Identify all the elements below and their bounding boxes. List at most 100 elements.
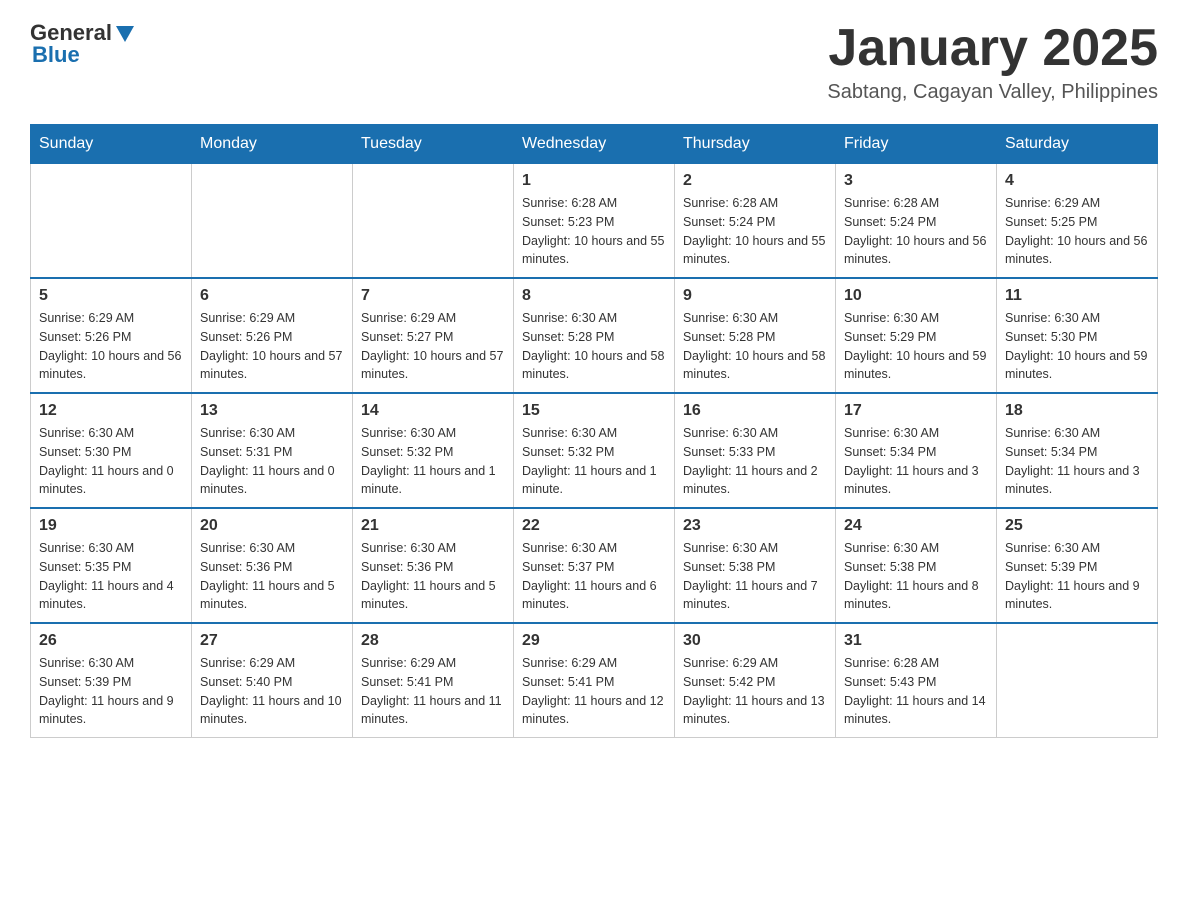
day-info: Sunrise: 6:29 AM Sunset: 5:41 PM Dayligh… (361, 654, 505, 729)
calendar-day-cell: 28 Sunrise: 6:29 AM Sunset: 5:41 PM Dayli… (353, 623, 514, 738)
calendar-day-cell: 16 Sunrise: 6:30 AM Sunset: 5:33 PM Dayli… (675, 393, 836, 508)
day-number: 22 (522, 517, 666, 535)
calendar-day-cell: 18 Sunrise: 6:30 AM Sunset: 5:34 PM Dayli… (997, 393, 1158, 508)
calendar-day-cell: 27Sunrise: 6:29 AM Sunset: 5:40 PM Dayli… (192, 623, 353, 738)
day-number: 12 (39, 402, 183, 420)
calendar-day-cell: 29Sunrise: 6:29 AM Sunset: 5:41 PM Dayli… (514, 623, 675, 738)
day-number: 17 (844, 402, 988, 420)
day-number: 20 (200, 517, 344, 535)
day-number: 16 (683, 402, 827, 420)
calendar-day-cell: 14 Sunrise: 6:30 AM Sunset: 5:32 PM Dayli… (353, 393, 514, 508)
calendar-day-cell: 8 Sunrise: 6:30 AM Sunset: 5:28 PM Daylig… (514, 278, 675, 393)
page-title: January 2025 (827, 20, 1158, 77)
day-number: 26 (39, 632, 183, 650)
day-info: Sunrise: 6:30 AM Sunset: 5:32 PM Dayligh… (361, 424, 505, 499)
day-number: 13 (200, 402, 344, 420)
logo: General Blue (30, 20, 136, 68)
title-area: January 2025 Sabtang, Cagayan Valley, Ph… (827, 20, 1158, 104)
calendar-day-cell: 10Sunrise: 6:30 AM Sunset: 5:29 PM Dayli… (836, 278, 997, 393)
calendar-day-cell (31, 164, 192, 279)
day-number: 10 (844, 287, 988, 305)
calendar-day-cell: 17 Sunrise: 6:30 AM Sunset: 5:34 PM Dayli… (836, 393, 997, 508)
day-info: Sunrise: 6:29 AM Sunset: 5:41 PM Dayligh… (522, 654, 666, 729)
calendar-day-cell: 19 Sunrise: 6:30 AM Sunset: 5:35 PM Dayli… (31, 508, 192, 623)
day-number: 2 (683, 172, 827, 190)
day-number: 3 (844, 172, 988, 190)
day-info: Sunrise: 6:30 AM Sunset: 5:30 PM Dayligh… (1005, 309, 1149, 384)
day-info: Sunrise: 6:30 AM Sunset: 5:38 PM Dayligh… (683, 539, 827, 614)
page-header: General Blue January 2025 Sabtang, Cagay… (30, 20, 1158, 104)
calendar-day-cell (192, 164, 353, 279)
calendar-day-cell: 9Sunrise: 6:30 AM Sunset: 5:28 PM Daylig… (675, 278, 836, 393)
calendar-day-cell: 11Sunrise: 6:30 AM Sunset: 5:30 PM Dayli… (997, 278, 1158, 393)
day-info: Sunrise: 6:30 AM Sunset: 5:28 PM Dayligh… (522, 309, 666, 384)
day-info: Sunrise: 6:30 AM Sunset: 5:39 PM Dayligh… (39, 654, 183, 729)
day-info: Sunrise: 6:30 AM Sunset: 5:34 PM Dayligh… (1005, 424, 1149, 499)
day-of-week-header: Saturday (997, 125, 1158, 164)
calendar-day-cell: 24 Sunrise: 6:30 AM Sunset: 5:38 PM Dayli… (836, 508, 997, 623)
day-number: 19 (39, 517, 183, 535)
day-info: Sunrise: 6:30 AM Sunset: 5:38 PM Dayligh… (844, 539, 988, 614)
calendar-day-cell: 13 Sunrise: 6:30 AM Sunset: 5:31 PM Dayli… (192, 393, 353, 508)
day-number: 21 (361, 517, 505, 535)
calendar-table: SundayMondayTuesdayWednesdayThursdayFrid… (30, 124, 1158, 738)
day-number: 24 (844, 517, 988, 535)
calendar-week-row: 19 Sunrise: 6:30 AM Sunset: 5:35 PM Dayli… (31, 508, 1158, 623)
calendar-day-cell: 7 Sunrise: 6:29 AM Sunset: 5:27 PM Daylig… (353, 278, 514, 393)
calendar-day-cell: 2 Sunrise: 6:28 AM Sunset: 5:24 PM Daylig… (675, 164, 836, 279)
day-number: 14 (361, 402, 505, 420)
logo-blue-text: Blue (32, 42, 80, 68)
day-info: Sunrise: 6:30 AM Sunset: 5:33 PM Dayligh… (683, 424, 827, 499)
calendar-week-row: 12Sunrise: 6:30 AM Sunset: 5:30 PM Dayli… (31, 393, 1158, 508)
day-of-week-header: Thursday (675, 125, 836, 164)
day-info: Sunrise: 6:30 AM Sunset: 5:37 PM Dayligh… (522, 539, 666, 614)
calendar-day-cell: 4 Sunrise: 6:29 AM Sunset: 5:25 PM Daylig… (997, 164, 1158, 279)
day-number: 28 (361, 632, 505, 650)
day-number: 8 (522, 287, 666, 305)
calendar-week-row: 5 Sunrise: 6:29 AM Sunset: 5:26 PM Daylig… (31, 278, 1158, 393)
day-number: 4 (1005, 172, 1149, 190)
day-info: Sunrise: 6:30 AM Sunset: 5:34 PM Dayligh… (844, 424, 988, 499)
day-number: 6 (200, 287, 344, 305)
calendar-day-cell: 25Sunrise: 6:30 AM Sunset: 5:39 PM Dayli… (997, 508, 1158, 623)
day-info: Sunrise: 6:29 AM Sunset: 5:26 PM Dayligh… (39, 309, 183, 384)
day-info: Sunrise: 6:28 AM Sunset: 5:23 PM Dayligh… (522, 194, 666, 269)
day-info: Sunrise: 6:30 AM Sunset: 5:28 PM Dayligh… (683, 309, 827, 384)
day-number: 25 (1005, 517, 1149, 535)
day-number: 30 (683, 632, 827, 650)
day-info: Sunrise: 6:28 AM Sunset: 5:43 PM Dayligh… (844, 654, 988, 729)
calendar-week-row: 26 Sunrise: 6:30 AM Sunset: 5:39 PM Dayli… (31, 623, 1158, 738)
day-info: Sunrise: 6:28 AM Sunset: 5:24 PM Dayligh… (683, 194, 827, 269)
calendar-day-cell: 15 Sunrise: 6:30 AM Sunset: 5:32 PM Dayli… (514, 393, 675, 508)
day-info: Sunrise: 6:30 AM Sunset: 5:31 PM Dayligh… (200, 424, 344, 499)
day-number: 23 (683, 517, 827, 535)
logo-triangle-icon (114, 24, 136, 44)
calendar-day-cell (997, 623, 1158, 738)
calendar-day-cell: 26 Sunrise: 6:30 AM Sunset: 5:39 PM Dayli… (31, 623, 192, 738)
day-number: 15 (522, 402, 666, 420)
calendar-day-cell: 23 Sunrise: 6:30 AM Sunset: 5:38 PM Dayli… (675, 508, 836, 623)
day-info: Sunrise: 6:29 AM Sunset: 5:42 PM Dayligh… (683, 654, 827, 729)
day-of-week-header: Wednesday (514, 125, 675, 164)
calendar-day-cell: 22 Sunrise: 6:30 AM Sunset: 5:37 PM Dayli… (514, 508, 675, 623)
calendar-day-cell: 5 Sunrise: 6:29 AM Sunset: 5:26 PM Daylig… (31, 278, 192, 393)
day-of-week-header: Sunday (31, 125, 192, 164)
day-number: 1 (522, 172, 666, 190)
day-info: Sunrise: 6:30 AM Sunset: 5:35 PM Dayligh… (39, 539, 183, 614)
day-info: Sunrise: 6:29 AM Sunset: 5:27 PM Dayligh… (361, 309, 505, 384)
day-number: 7 (361, 287, 505, 305)
day-info: Sunrise: 6:30 AM Sunset: 5:32 PM Dayligh… (522, 424, 666, 499)
day-of-week-header: Monday (192, 125, 353, 164)
day-number: 18 (1005, 402, 1149, 420)
day-info: Sunrise: 6:29 AM Sunset: 5:40 PM Dayligh… (200, 654, 344, 729)
calendar-day-cell: 31Sunrise: 6:28 AM Sunset: 5:43 PM Dayli… (836, 623, 997, 738)
calendar-day-cell: 20 Sunrise: 6:30 AM Sunset: 5:36 PM Dayli… (192, 508, 353, 623)
day-info: Sunrise: 6:29 AM Sunset: 5:25 PM Dayligh… (1005, 194, 1149, 269)
calendar-day-cell: 30 Sunrise: 6:29 AM Sunset: 5:42 PM Dayli… (675, 623, 836, 738)
calendar-header-row: SundayMondayTuesdayWednesdayThursdayFrid… (31, 125, 1158, 164)
calendar-week-row: 1 Sunrise: 6:28 AM Sunset: 5:23 PM Daylig… (31, 164, 1158, 279)
day-info: Sunrise: 6:30 AM Sunset: 5:36 PM Dayligh… (200, 539, 344, 614)
day-number: 5 (39, 287, 183, 305)
day-of-week-header: Friday (836, 125, 997, 164)
calendar-day-cell: 21Sunrise: 6:30 AM Sunset: 5:36 PM Dayli… (353, 508, 514, 623)
